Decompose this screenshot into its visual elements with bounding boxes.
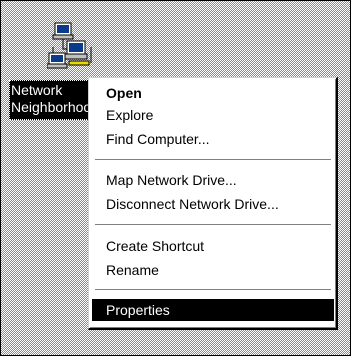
context-menu: Open Explore Find Computer... Map Networ… bbox=[88, 77, 338, 330]
menu-item-find-computer[interactable]: Find Computer... bbox=[92, 128, 334, 150]
menu-item-open[interactable]: Open bbox=[92, 82, 334, 104]
menu-separator bbox=[95, 224, 331, 226]
network-neighborhood-icon[interactable] bbox=[46, 19, 97, 71]
menu-item-map-network-drive[interactable]: Map Network Drive... bbox=[92, 169, 334, 191]
menu-item-properties[interactable]: Properties bbox=[92, 299, 334, 321]
menu-separator bbox=[95, 159, 331, 161]
menu-item-create-shortcut[interactable]: Create Shortcut bbox=[92, 235, 334, 257]
desktop-background: Network Neighborhood Open Explore Find C… bbox=[0, 0, 351, 356]
menu-item-disconnect-network-drive[interactable]: Disconnect Network Drive... bbox=[92, 193, 334, 215]
menu-item-explore[interactable]: Explore bbox=[92, 104, 334, 126]
network-neighborhood-label[interactable]: Network Neighborhood bbox=[9, 80, 93, 120]
menu-separator bbox=[95, 289, 331, 291]
menu-item-rename[interactable]: Rename bbox=[92, 259, 334, 281]
